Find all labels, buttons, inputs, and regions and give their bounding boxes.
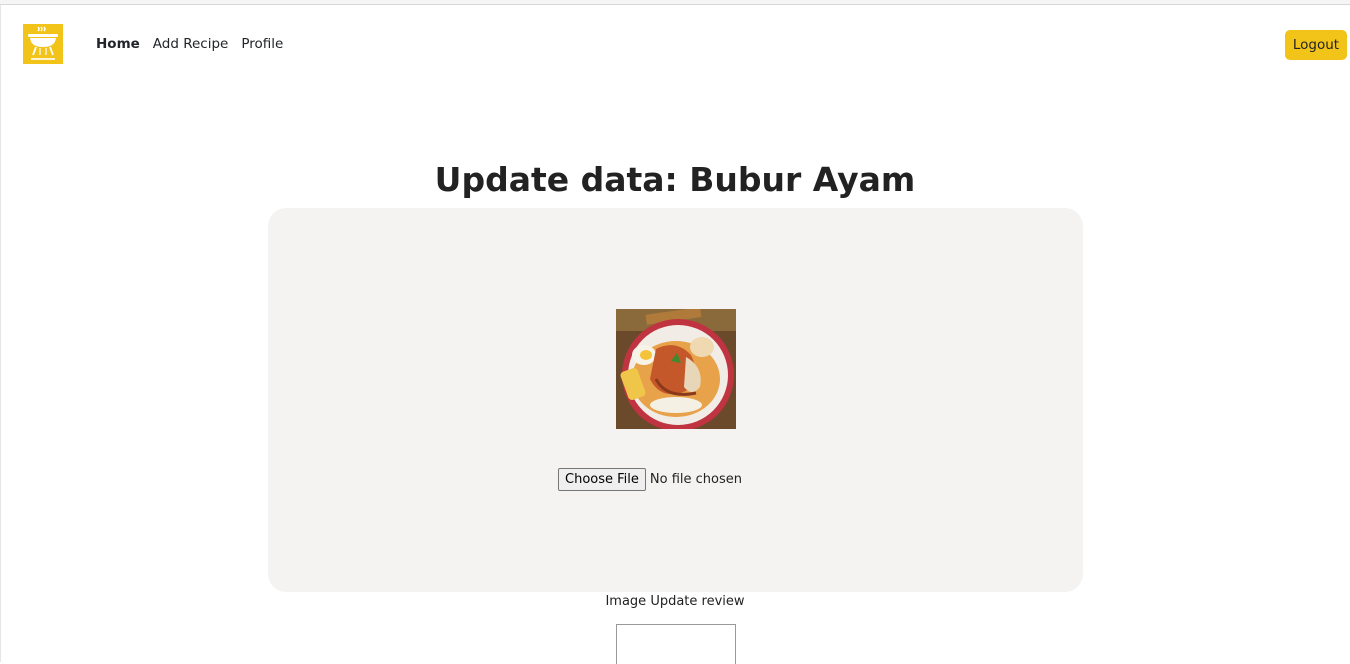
grill-logo-icon[interactable] (23, 24, 63, 64)
nav-links: Home Add Recipe Profile (96, 36, 296, 52)
logout-button[interactable]: Logout (1285, 30, 1347, 60)
file-input[interactable]: Choose File No file chosen (558, 468, 742, 491)
image-review-label: Image Update review (605, 594, 745, 609)
grill-logo-svg (28, 26, 58, 60)
nav-add-recipe-link[interactable]: Add Recipe (153, 36, 229, 52)
nav-home-link[interactable]: Home (96, 36, 140, 52)
page-title: Update data: Bubur Ayam (434, 160, 916, 199)
image-review-preview (616, 624, 736, 664)
page-left-edge (0, 5, 1, 662)
file-status-text: No file chosen (649, 472, 742, 487)
recipe-image-svg (616, 309, 736, 429)
navbar: Home Add Recipe Profile Logout (0, 5, 1350, 85)
recipe-image (616, 309, 736, 429)
choose-file-button[interactable]: Choose File (558, 468, 646, 491)
image-upload-card: Choose File No file chosen (268, 208, 1083, 592)
nav-profile-link[interactable]: Profile (241, 36, 283, 52)
